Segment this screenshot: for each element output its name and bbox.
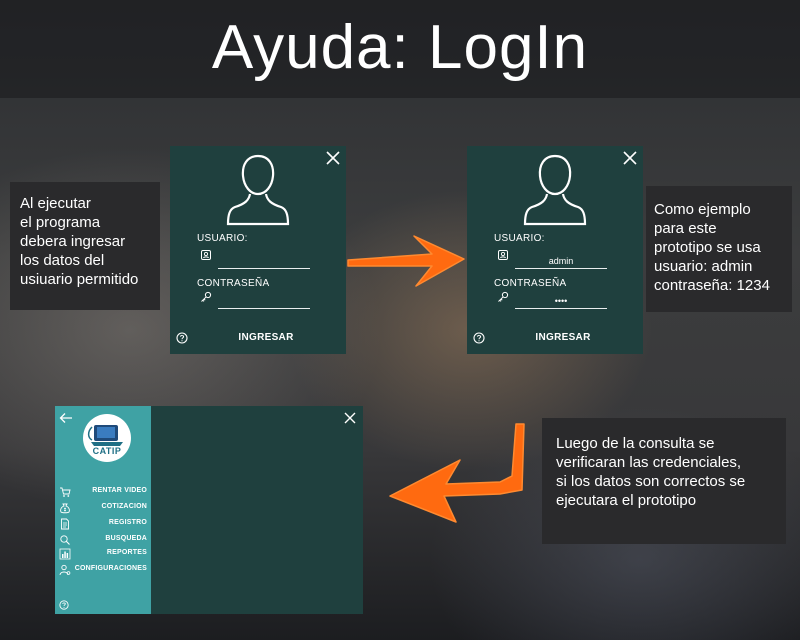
note-line: los datos del xyxy=(20,252,105,269)
arrow-return-icon xyxy=(389,423,525,523)
help-icon[interactable] xyxy=(473,332,485,344)
note-bottom: Luego de la consulta se verificaran las … xyxy=(542,418,786,544)
menu-item-label: RENTAR VIDEO xyxy=(92,487,147,494)
note-line: Al ejecutar xyxy=(20,195,91,212)
note-line: el programa xyxy=(20,214,101,231)
menu-item-label: REGISTRO xyxy=(108,519,147,526)
key-icon xyxy=(201,291,212,302)
password-input[interactable]: •••• xyxy=(515,294,607,309)
username-input[interactable] xyxy=(218,254,310,269)
note-line: Luego de la consulta se xyxy=(556,435,715,452)
note-line: usuario: admin xyxy=(654,258,753,275)
note-line: ejecutara el prototipo xyxy=(556,492,697,509)
user-settings-icon xyxy=(59,564,71,576)
money-bag-icon xyxy=(60,503,70,514)
menu-item-busqueda[interactable]: BUSQUEDA xyxy=(55,534,151,548)
note-right: Como ejemplo para este prototipo se usa … xyxy=(646,186,792,312)
note-line: contraseña: 1234 xyxy=(654,277,770,294)
bar-chart-icon xyxy=(59,548,71,560)
password-input[interactable] xyxy=(218,294,310,309)
note-line: Como ejemplo xyxy=(654,201,751,218)
menu-item-label: BUSQUEDA xyxy=(105,535,147,542)
note-line: para este xyxy=(654,220,717,237)
help-icon[interactable] xyxy=(59,600,69,610)
arrow-right-icon xyxy=(347,235,465,287)
menu-item-label: REPORTES xyxy=(106,549,147,556)
page-title: Ayuda: LogIn xyxy=(211,13,589,82)
help-icon[interactable] xyxy=(176,332,188,344)
note-line: debera ingresar xyxy=(20,233,126,250)
close-icon[interactable] xyxy=(621,149,639,167)
login-panel-empty: USUARIO: CONTRASEÑA INGRESAR xyxy=(170,146,346,354)
user-avatar-icon xyxy=(226,154,290,226)
username-label: USUARIO: xyxy=(197,233,248,244)
menu-item-configuraciones[interactable]: CONFIGURACIONES xyxy=(55,564,151,578)
password-label: CONTRASEÑA xyxy=(197,278,270,289)
menu-item-label: COTIZACION xyxy=(101,503,147,510)
note-line: prototipo se usa xyxy=(654,239,761,256)
note-left: Al ejecutar el programa debera ingresar … xyxy=(10,182,160,310)
search-icon xyxy=(60,535,70,545)
note-line: usiuario permitido xyxy=(20,271,139,288)
user-id-icon xyxy=(498,250,508,260)
login-panel-filled: USUARIO: admin CONTRASEÑA •••• INGRESAR xyxy=(467,146,643,354)
menu-item-label: CONFIGURACIONES xyxy=(74,565,147,572)
username-input[interactable]: admin xyxy=(515,254,607,269)
close-icon[interactable] xyxy=(343,411,357,425)
menu-item-cotizacion[interactable]: COTIZACION xyxy=(55,502,151,516)
cart-icon xyxy=(60,487,71,497)
sidebar: CATIP RENTAR VIDEO COTIZACION REGISTRO B… xyxy=(55,406,151,614)
logo-text: CATIP xyxy=(92,446,122,456)
note-line: verificaran las credenciales, xyxy=(556,454,742,471)
key-icon xyxy=(498,291,509,302)
password-label: CONTRASEÑA xyxy=(494,278,567,289)
catip-logo: CATIP xyxy=(83,414,131,462)
login-button[interactable]: INGRESAR xyxy=(218,332,314,343)
back-arrow-icon[interactable] xyxy=(59,412,73,424)
menu-item-rentar-video[interactable]: RENTAR VIDEO xyxy=(55,486,151,500)
username-label: USUARIO: xyxy=(494,233,545,244)
menu-item-reportes[interactable]: REPORTES xyxy=(55,548,151,562)
document-icon xyxy=(61,518,69,530)
user-avatar-icon xyxy=(523,154,587,226)
note-line: si los datos son correctos se xyxy=(556,473,746,490)
user-id-icon xyxy=(201,250,211,260)
login-button[interactable]: INGRESAR xyxy=(515,332,611,343)
main-app-window: CATIP RENTAR VIDEO COTIZACION REGISTRO B… xyxy=(55,406,363,614)
menu-item-registro[interactable]: REGISTRO xyxy=(55,518,151,532)
close-icon[interactable] xyxy=(324,149,342,167)
